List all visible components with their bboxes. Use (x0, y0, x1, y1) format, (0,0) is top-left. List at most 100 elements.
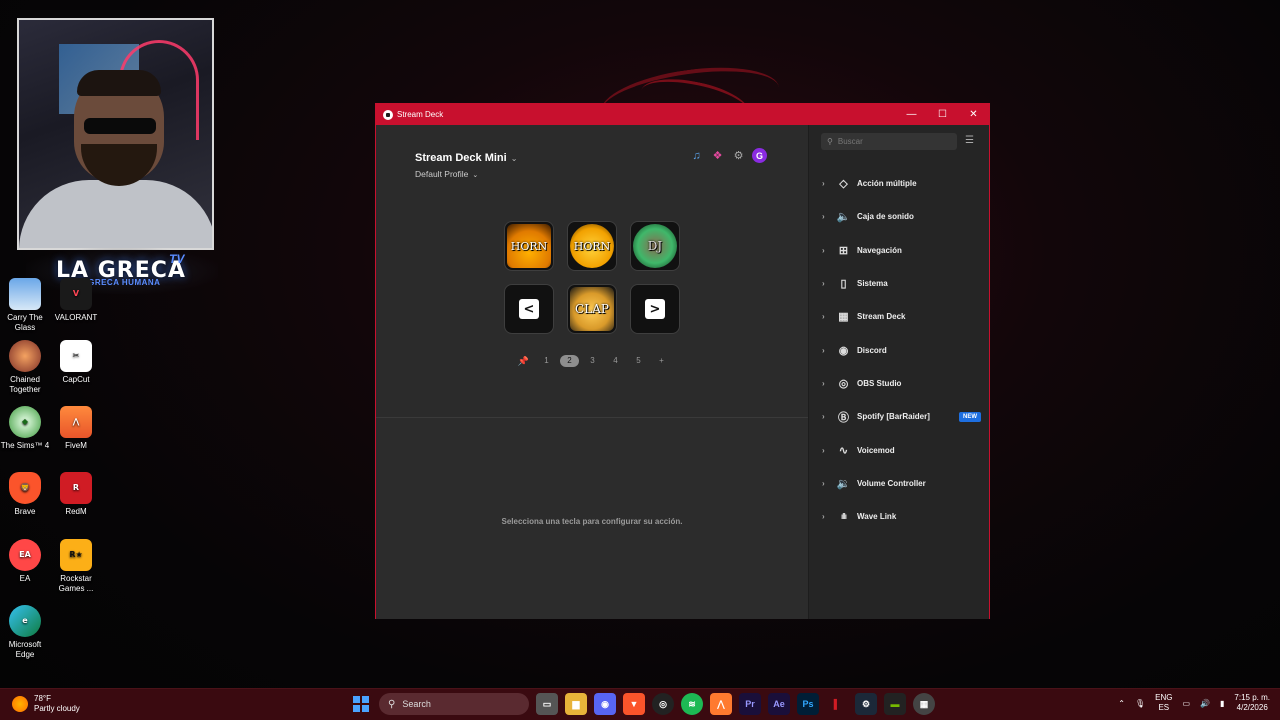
battery-icon[interactable]: ▮ (1220, 699, 1224, 708)
category-soundboard[interactable]: › 🔈 Caja de sonido (809, 200, 990, 233)
chevron-down-icon: ⌄ (510, 154, 518, 163)
close-button[interactable]: ✕ (958, 104, 989, 125)
nvidia-icon[interactable]: ▬ (884, 693, 906, 715)
category-label: Voicemod (857, 445, 895, 455)
microphone-icon[interactable]: 🎙 (1135, 699, 1145, 708)
key-2[interactable]: HORN (567, 221, 617, 271)
stream-deck-taskbar-icon[interactable]: ▦ (913, 693, 935, 715)
fivem-icon[interactable]: ⋀ (710, 693, 732, 715)
file-explorer-icon[interactable]: ▆ (565, 693, 587, 715)
redm-icon[interactable]: ▌ (826, 693, 848, 715)
category-stream-deck[interactable]: › ▦ Stream Deck (809, 300, 990, 333)
page-5[interactable]: 5 (629, 355, 648, 367)
desktop-icon-rockstar[interactable]: R★ Rockstar Games ... (51, 539, 101, 594)
category-spotify-barraider[interactable]: › Ⓑ Spotify [BarRaider] NEW (809, 400, 990, 433)
desktop-icon-chained-together[interactable]: Chained Together (0, 340, 50, 395)
key-1[interactable]: HORN (504, 221, 554, 271)
minimize-button[interactable]: — (896, 104, 927, 125)
previous-page-icon: < (519, 299, 539, 319)
key-5[interactable]: CLAP (567, 284, 617, 334)
taskbar-search[interactable]: ⚲ Search (379, 693, 529, 715)
profile-name: Default Profile (415, 169, 469, 179)
category-label: Caja de sonido (857, 212, 914, 222)
new-badge: NEW (959, 411, 981, 422)
category-label: Stream Deck (857, 312, 906, 322)
speaker-icon: 🔈 (836, 211, 851, 224)
chevron-right-icon: › (822, 312, 825, 322)
chevron-right-icon: › (822, 478, 825, 488)
category-wave-link[interactable]: › ıllı Wave Link (809, 500, 990, 533)
page-3[interactable]: 3 (583, 355, 602, 367)
steam-icon[interactable]: ⚙ (855, 693, 877, 715)
desktop-icon-brave[interactable]: 🦁 Brave (0, 472, 50, 517)
task-view-icon[interactable]: ▭ (536, 693, 558, 715)
display-icon[interactable]: ▭ (1182, 699, 1190, 708)
key-4[interactable]: < (504, 284, 554, 334)
volume-icon[interactable]: 🔊 (1200, 699, 1210, 708)
desktop-icon-label: CapCut (62, 375, 90, 384)
chevron-right-icon: › (822, 279, 825, 289)
navigation-icon: ⊞ (838, 244, 849, 257)
spotify-icon[interactable]: ≋ (681, 693, 703, 715)
key-3[interactable]: DJ (630, 221, 680, 271)
desktop-icon-ea[interactable]: EA EA (0, 539, 50, 584)
key-6[interactable]: > (630, 284, 680, 334)
premiere-icon[interactable]: Pr (739, 693, 761, 715)
avatar[interactable]: G (752, 148, 767, 163)
chevron-right-icon: › (822, 512, 825, 522)
photoshop-icon[interactable]: Ps (797, 693, 819, 715)
next-page-icon: > (645, 299, 665, 319)
fivem-icon: ⋀ (60, 406, 92, 438)
page-4[interactable]: 4 (606, 355, 625, 367)
desktop-icon-carry-the-glass[interactable]: Carry The Glass (0, 278, 50, 333)
valorant-icon: V (60, 278, 92, 310)
weather-widget[interactable]: 78°F Partly cloudy (12, 694, 80, 714)
pin-icon[interactable]: 📌 (514, 356, 533, 367)
chevron-right-icon: › (822, 179, 825, 189)
after-effects-icon[interactable]: Ae (768, 693, 790, 715)
page-1[interactable]: 1 (537, 355, 556, 367)
capcut-icon: ✂ (60, 340, 92, 372)
desktop-icon-capcut[interactable]: ✂ CapCut (51, 340, 101, 385)
redm-icon: R (60, 472, 92, 504)
horn-key-icon: HORN (570, 224, 614, 268)
maximize-button[interactable]: ☐ (927, 104, 958, 125)
page-2[interactable]: 2 (560, 355, 579, 367)
start-button[interactable] (350, 693, 372, 715)
stream-deck-app-icon (383, 109, 393, 120)
list-view-icon[interactable]: ☰ (965, 135, 974, 146)
notifications-icon[interactable]: ♫ (689, 148, 704, 163)
streamer-hair (77, 70, 161, 96)
chevron-down-icon: ⌄ (472, 172, 479, 179)
title-bar[interactable]: Stream Deck — ☐ ✕ (376, 104, 989, 125)
voicemod-icon: ∿ (838, 444, 849, 457)
desktop-icon-edge[interactable]: e Microsoft Edge (0, 605, 50, 660)
multi-action-icon: ◇ (839, 178, 848, 191)
desktop-icon-valorant[interactable]: V VALORANT (51, 278, 101, 323)
category-volume-controller[interactable]: › 🔉 Volume Controller (809, 467, 990, 500)
brave-icon[interactable]: ▼ (623, 693, 645, 715)
category-discord[interactable]: › ◉ Discord (809, 333, 990, 366)
add-page-button[interactable]: + (652, 355, 671, 367)
category-obs-studio[interactable]: › ◎ OBS Studio (809, 367, 990, 400)
device-selector[interactable]: Stream Deck Mini ⌄ (415, 152, 517, 164)
desktop-icon-fivem[interactable]: ⋀ FiveM (51, 406, 101, 451)
category-multi-action[interactable]: › ◇ Acción múltiple (809, 167, 990, 200)
category-navigation[interactable]: › ⊞ Navegación (809, 234, 990, 267)
category-system[interactable]: › ▯ Sistema (809, 267, 990, 300)
obs-icon[interactable]: ◎ (652, 693, 674, 715)
key-canvas: Stream Deck Mini ⌄ Default Profile ⌄ ♫ ❖ ⚙… (376, 125, 808, 418)
gear-icon[interactable]: ⚙ (731, 148, 746, 163)
clock[interactable]: 7:15 p. m. 4/2/2026 (1234, 693, 1270, 713)
chevron-up-icon[interactable]: ⌃ (1118, 699, 1125, 708)
marketplace-icon[interactable]: ❖ (710, 148, 725, 163)
profile-selector[interactable]: Default Profile ⌄ (415, 169, 478, 179)
language-indicator[interactable]: ENG ES (1155, 693, 1172, 713)
discord-icon[interactable]: ◉ (594, 693, 616, 715)
sunglasses (84, 118, 156, 134)
category-voicemod[interactable]: › ∿ Voicemod (809, 433, 990, 466)
partly-cloudy-icon (12, 696, 28, 712)
desktop-icon-redm[interactable]: R RedM (51, 472, 101, 517)
desktop-icon-sims4[interactable]: ◆ The Sims™ 4 (0, 406, 50, 451)
search-input[interactable] (837, 137, 948, 146)
